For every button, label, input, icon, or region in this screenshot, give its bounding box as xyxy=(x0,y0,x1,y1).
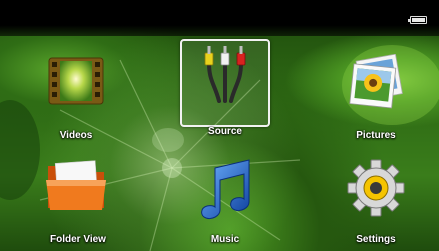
film-icon xyxy=(48,57,104,105)
menu-item-videos[interactable]: Videos xyxy=(38,52,114,144)
menu-item-label: Source xyxy=(208,126,242,137)
menu-item-label: Videos xyxy=(59,130,93,141)
projector-home-screen: Videos Source Pictures Folder View Music… xyxy=(0,0,439,251)
music-note-icon xyxy=(201,159,250,219)
av-cables-icon xyxy=(204,46,246,103)
menu-item-settings[interactable]: Settings xyxy=(340,158,412,251)
menu-item-label: Settings xyxy=(356,234,396,245)
menu-item-label: Music xyxy=(210,234,240,245)
menu-item-pictures[interactable]: Pictures xyxy=(336,52,416,144)
status-bar xyxy=(0,0,439,36)
battery-icon xyxy=(408,16,427,24)
folder-icon xyxy=(46,160,106,210)
menu-item-label: Folder View xyxy=(50,234,106,245)
menu-item-source[interactable]: Source xyxy=(180,39,270,137)
gear-icon xyxy=(347,159,405,217)
menu-item-label: Pictures xyxy=(356,130,396,141)
menu-item-folder-view[interactable]: Folder View xyxy=(38,158,118,251)
photos-icon xyxy=(349,54,403,109)
menu-item-music[interactable]: Music xyxy=(190,158,260,251)
